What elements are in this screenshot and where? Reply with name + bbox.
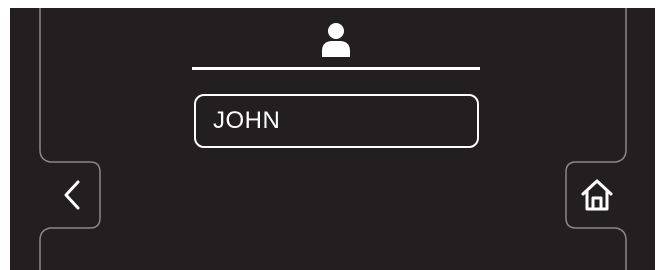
chevron-left-icon (64, 180, 80, 210)
back-button[interactable] (47, 163, 97, 227)
home-button[interactable] (568, 163, 626, 227)
name-input-field[interactable]: JOHN (194, 94, 479, 148)
header-divider (192, 67, 480, 70)
user-icon (322, 23, 350, 57)
device-display: JOHN (0, 0, 665, 270)
home-icon (581, 179, 613, 211)
